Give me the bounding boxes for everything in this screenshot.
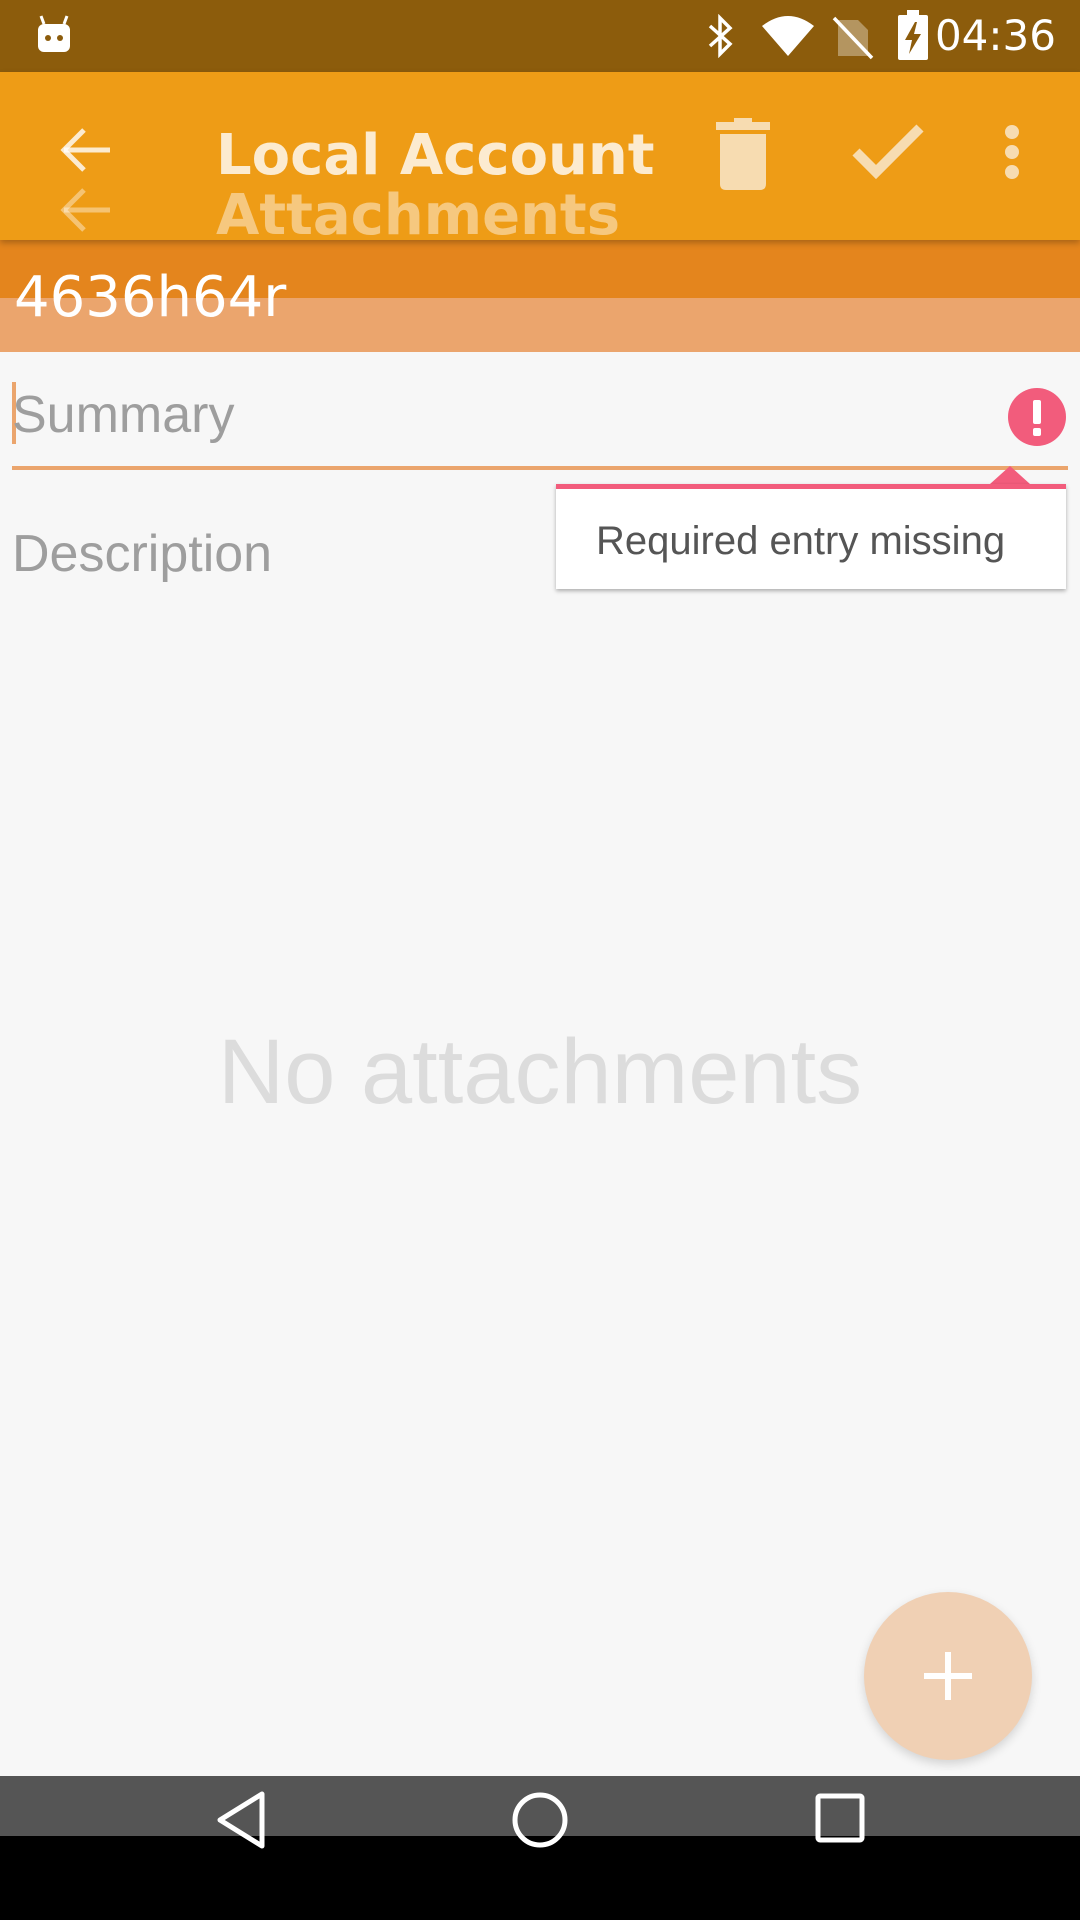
back-arrow-ghost-icon [60,188,110,232]
toolbar-title: Local Account [216,123,655,188]
recents-square-icon[interactable] [814,1792,866,1844]
account-id: 4636h64r [14,265,287,330]
status-bar: 04:36 [0,0,1080,72]
add-attachment-button[interactable] [864,1592,1032,1760]
bluetooth-icon [708,14,733,58]
home-circle-icon[interactable] [510,1790,570,1850]
more-vert-icon[interactable] [1002,124,1022,180]
no-sim-icon [832,16,874,60]
status-time: 04:36 [934,11,1056,60]
summary-field[interactable] [12,380,1068,470]
navigation-bar [0,1791,1080,1920]
wifi-icon [762,16,814,56]
error-popup: Required entry missing [556,484,1066,589]
summary-input[interactable] [12,380,992,450]
delete-icon[interactable] [716,118,770,190]
description-field[interactable]: Description [12,524,272,584]
error-popup-pointer [990,466,1030,484]
error-icon [1008,388,1066,446]
empty-attachments-text: No attachments [217,1021,863,1123]
error-message: Required entry missing [596,519,1006,563]
battery-charging-icon [898,10,928,60]
toolbar-subtitle: Attachments [216,183,621,248]
add-icon [924,1652,972,1700]
back-triangle-icon[interactable] [214,1790,270,1850]
toolbar: Local Account Attachments [0,72,1080,248]
android-notification-icon [38,15,70,52]
check-icon[interactable] [852,124,924,180]
back-arrow-icon[interactable] [58,126,112,174]
